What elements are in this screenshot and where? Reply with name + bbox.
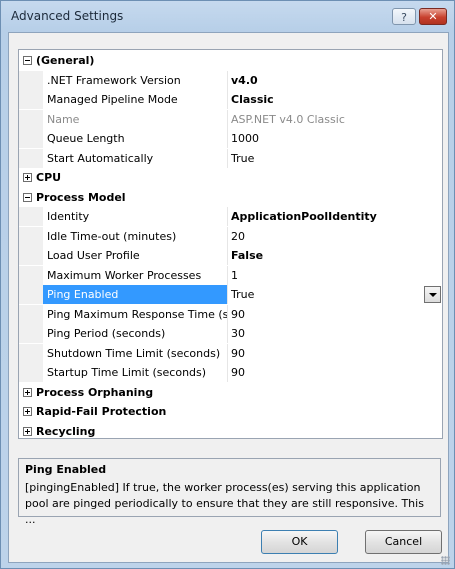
category-row[interactable]: Process Orphaning bbox=[19, 383, 442, 402]
property-value-text: 90 bbox=[231, 308, 245, 321]
collapse-icon[interactable] bbox=[23, 193, 32, 202]
property-name[interactable]: Load User Profile bbox=[43, 246, 228, 265]
property-row[interactable]: Maximum Worker Processes 1 bbox=[19, 266, 442, 285]
property-name[interactable]: Startup Time Limit (seconds) bbox=[43, 363, 228, 382]
property-row[interactable]: Queue Length 1000 bbox=[19, 129, 442, 148]
property-name[interactable]: Ping Enabled bbox=[43, 285, 228, 304]
expand-icon[interactable] bbox=[23, 388, 32, 397]
property-value-text: 90 bbox=[231, 366, 245, 379]
property-name[interactable]: Idle Time-out (minutes) bbox=[43, 227, 228, 246]
property-value-text: True bbox=[231, 152, 255, 165]
property-value[interactable]: v4.0 bbox=[229, 71, 442, 90]
property-value[interactable]: ApplicationPoolIdentity bbox=[229, 207, 442, 226]
property-value-text: 20 bbox=[231, 230, 245, 243]
property-value[interactable]: 1 bbox=[229, 266, 442, 285]
property-row[interactable]: Load User Profile False bbox=[19, 246, 442, 265]
property-value-text: 90 bbox=[231, 347, 245, 360]
category-row[interactable]: Rapid-Fail Protection bbox=[19, 402, 442, 421]
category-label: Rapid-Fail Protection bbox=[36, 405, 167, 418]
property-name[interactable]: Maximum Worker Processes bbox=[43, 266, 228, 285]
help-button[interactable]: ? bbox=[392, 8, 416, 25]
property-value[interactable]: 90 bbox=[229, 344, 442, 363]
property-value-text: v4.0 bbox=[231, 74, 258, 87]
category-label: Recycling bbox=[36, 425, 96, 438]
property-row[interactable]: Ping Period (seconds) 30 bbox=[19, 324, 442, 343]
expand-icon[interactable] bbox=[23, 173, 32, 182]
property-row[interactable]: .NET Framework Version v4.0 bbox=[19, 71, 442, 90]
property-value[interactable]: 90 bbox=[229, 305, 442, 324]
property-row[interactable]: Startup Time Limit (seconds) 90 bbox=[19, 363, 442, 382]
property-row[interactable]: Ping Enabled True bbox=[19, 285, 442, 304]
property-value[interactable]: ASP.NET v4.0 Classic bbox=[229, 110, 442, 129]
property-name[interactable]: Ping Maximum Response Time (s bbox=[43, 305, 228, 324]
property-value-text: Classic bbox=[231, 93, 274, 106]
category-label: (General) bbox=[36, 54, 95, 67]
property-row[interactable]: Managed Pipeline Mode Classic bbox=[19, 90, 442, 109]
category-row[interactable]: CPU bbox=[19, 168, 442, 187]
property-value[interactable]: 30 bbox=[229, 324, 442, 343]
property-value[interactable]: 20 bbox=[229, 227, 442, 246]
description-panel: Ping Enabled [pingingEnabled] If true, t… bbox=[18, 458, 441, 526]
expand-icon[interactable] bbox=[23, 427, 32, 436]
property-name[interactable]: Name bbox=[43, 110, 228, 129]
description-text: [pingingEnabled] If true, the worker pro… bbox=[25, 481, 424, 526]
property-value[interactable]: 90 bbox=[229, 363, 442, 382]
property-value-text: True bbox=[231, 288, 255, 301]
property-name[interactable]: Ping Period (seconds) bbox=[43, 324, 228, 343]
property-name[interactable]: .NET Framework Version bbox=[43, 71, 228, 90]
category-label: CPU bbox=[36, 171, 62, 184]
property-row[interactable]: Start Automatically True bbox=[19, 149, 442, 168]
property-name[interactable]: Queue Length bbox=[43, 129, 228, 148]
property-row[interactable]: Ping Maximum Response Time (s 90 bbox=[19, 305, 442, 324]
title-bar[interactable]: Advanced Settings ? ✕ bbox=[1, 1, 454, 31]
property-value[interactable]: Classic bbox=[229, 90, 442, 109]
property-value-text: 30 bbox=[231, 327, 245, 340]
property-value[interactable]: False bbox=[229, 246, 442, 265]
property-row[interactable]: Name ASP.NET v4.0 Classic bbox=[19, 110, 442, 129]
property-name[interactable]: Identity bbox=[43, 207, 228, 226]
property-value-text: ApplicationPoolIdentity bbox=[231, 210, 377, 223]
category-label: Process Orphaning bbox=[36, 386, 154, 399]
property-value-text: False bbox=[231, 249, 264, 262]
property-value-text: ASP.NET v4.0 Classic bbox=[231, 113, 345, 126]
property-grid[interactable]: (General) .NET Framework Version v4.0 Manag… bbox=[18, 49, 443, 439]
ok-button[interactable]: OK bbox=[261, 530, 338, 554]
property-name[interactable]: Start Automatically bbox=[43, 149, 228, 168]
resize-grip[interactable] bbox=[441, 556, 450, 565]
dropdown-arrow-icon[interactable] bbox=[424, 286, 441, 303]
property-name[interactable]: Managed Pipeline Mode bbox=[43, 90, 228, 109]
dialog-title: Advanced Settings bbox=[11, 9, 124, 23]
property-value-text: 1 bbox=[231, 269, 238, 282]
collapse-icon[interactable] bbox=[23, 56, 32, 65]
category-row[interactable]: (General) bbox=[19, 51, 442, 70]
close-button[interactable]: ✕ bbox=[419, 8, 447, 25]
cancel-button[interactable]: Cancel bbox=[365, 530, 442, 554]
property-value-text: 1000 bbox=[231, 132, 259, 145]
property-row[interactable]: Shutdown Time Limit (seconds) 90 bbox=[19, 344, 442, 363]
property-value[interactable]: True bbox=[229, 149, 442, 168]
category-label: Process Model bbox=[36, 191, 126, 204]
property-name[interactable]: Shutdown Time Limit (seconds) bbox=[43, 344, 228, 363]
property-row[interactable]: Idle Time-out (minutes) 20 bbox=[19, 227, 442, 246]
property-row[interactable]: Identity ApplicationPoolIdentity bbox=[19, 207, 442, 226]
description-title: Ping Enabled bbox=[25, 463, 107, 476]
expand-icon[interactable] bbox=[23, 407, 32, 416]
category-row[interactable]: Process Model bbox=[19, 188, 442, 207]
property-value[interactable]: 1000 bbox=[229, 129, 442, 148]
category-row[interactable]: Recycling bbox=[19, 422, 442, 438]
property-value[interactable]: True bbox=[229, 285, 442, 304]
